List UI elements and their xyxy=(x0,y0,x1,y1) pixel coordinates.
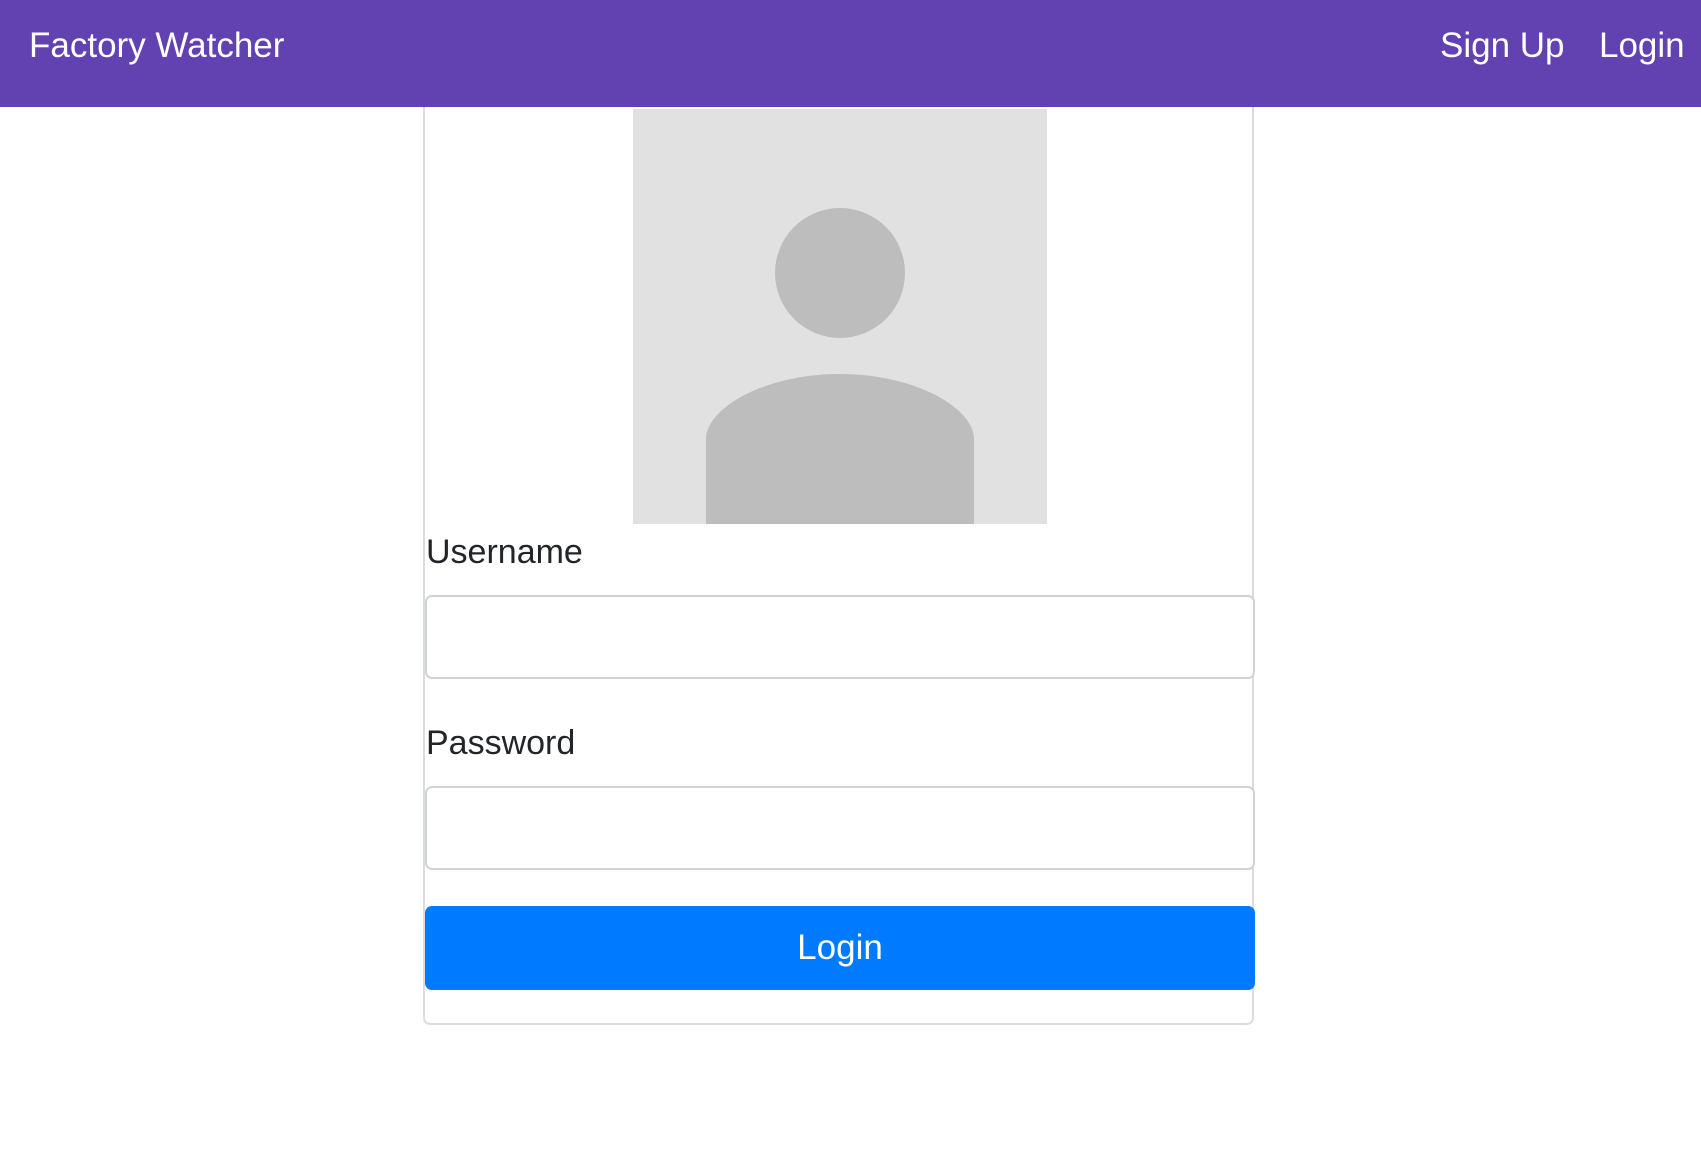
nav-sign-up-link[interactable]: Sign Up xyxy=(1440,26,1565,66)
top-navbar: Factory Watcher Sign Up Login xyxy=(0,0,1701,107)
username-label: Username xyxy=(426,533,583,571)
nav-login-link[interactable]: Login xyxy=(1599,26,1685,66)
password-input[interactable] xyxy=(425,786,1255,870)
brand-link[interactable]: Factory Watcher xyxy=(29,26,284,66)
password-label: Password xyxy=(426,724,576,762)
avatar-head xyxy=(775,208,905,338)
avatar-body xyxy=(706,374,974,524)
login-button[interactable]: Login xyxy=(425,906,1255,990)
username-input[interactable] xyxy=(425,595,1255,679)
user-silhouette-icon xyxy=(633,109,1047,524)
